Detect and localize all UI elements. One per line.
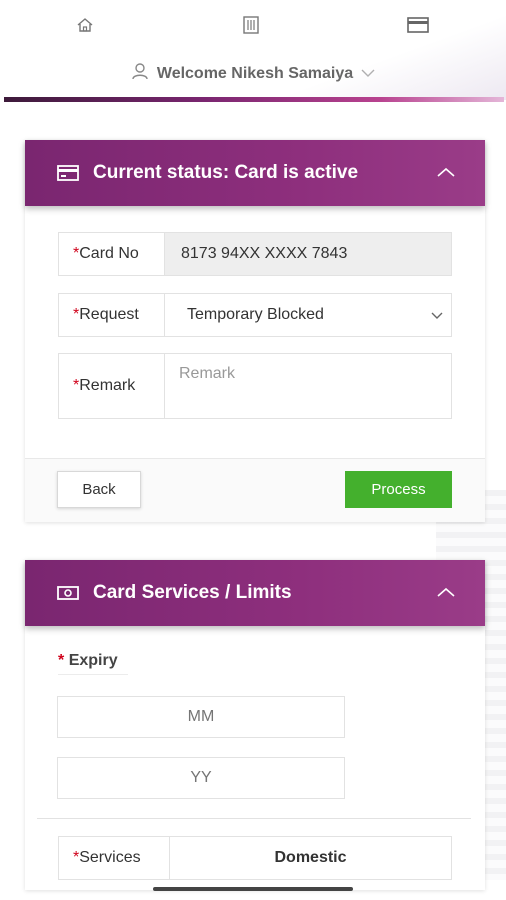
card-status-header[interactable]: Current status: Card is active	[25, 140, 485, 206]
required-mark: *	[58, 652, 65, 669]
chevron-down-icon	[361, 65, 375, 83]
home-indicator[interactable]	[153, 887, 353, 891]
card-icon	[57, 164, 79, 182]
card-services-panel: Card Services / Limits * Expiry *Service…	[25, 560, 485, 890]
card-status-footer: Back Process	[25, 458, 485, 522]
card-status-title: Current status: Card is active	[93, 162, 359, 183]
money-icon	[57, 584, 79, 602]
remark-textarea[interactable]: Remark	[165, 354, 451, 418]
bank-icon[interactable]	[240, 14, 262, 36]
request-value: Temporary Blocked	[187, 306, 324, 323]
chevron-up-icon[interactable]	[437, 582, 455, 604]
expiry-year-input[interactable]	[57, 757, 345, 799]
welcome-text: Welcome Nikesh Samaiya	[156, 64, 354, 82]
process-button[interactable]: Process	[345, 471, 452, 508]
request-label: Request	[79, 306, 139, 323]
back-button[interactable]: Back	[57, 471, 141, 508]
remark-placeholder: Remark	[179, 365, 236, 382]
home-icon[interactable]	[74, 14, 96, 36]
card-icon[interactable]	[407, 14, 429, 36]
services-label: Services	[79, 849, 141, 866]
services-row: * Services Domestic	[58, 836, 452, 880]
card-no-label: Card No	[79, 245, 139, 262]
request-select[interactable]: Temporary Blocked	[165, 294, 451, 336]
card-services-header[interactable]: Card Services / Limits	[25, 560, 485, 626]
services-domestic-column: Domestic	[274, 849, 347, 866]
user-icon	[131, 62, 149, 85]
card-status-panel: Current status: Card is active * Card No …	[25, 140, 485, 522]
remark-label: Remark	[79, 377, 136, 394]
remark-row: * Remark Remark	[58, 353, 452, 419]
expiry-label: * Expiry	[58, 652, 128, 675]
card-number-row: * Card No 8173 94XX XXXX 7843	[58, 232, 452, 276]
expiry-month-input[interactable]	[57, 696, 345, 738]
chevron-up-icon[interactable]	[437, 162, 455, 184]
card-number-field: 8173 94XX XXXX 7843	[165, 233, 451, 275]
welcome-menu[interactable]: Welcome Nikesh Samaiya	[0, 62, 506, 85]
divider	[37, 818, 471, 819]
chevron-down-icon	[431, 307, 443, 325]
top-navigation: Welcome Nikesh Samaiya	[0, 0, 506, 100]
request-row: * Request Temporary Blocked	[58, 293, 452, 337]
header-accent-bar	[4, 97, 504, 102]
card-services-title: Card Services / Limits	[93, 582, 292, 603]
